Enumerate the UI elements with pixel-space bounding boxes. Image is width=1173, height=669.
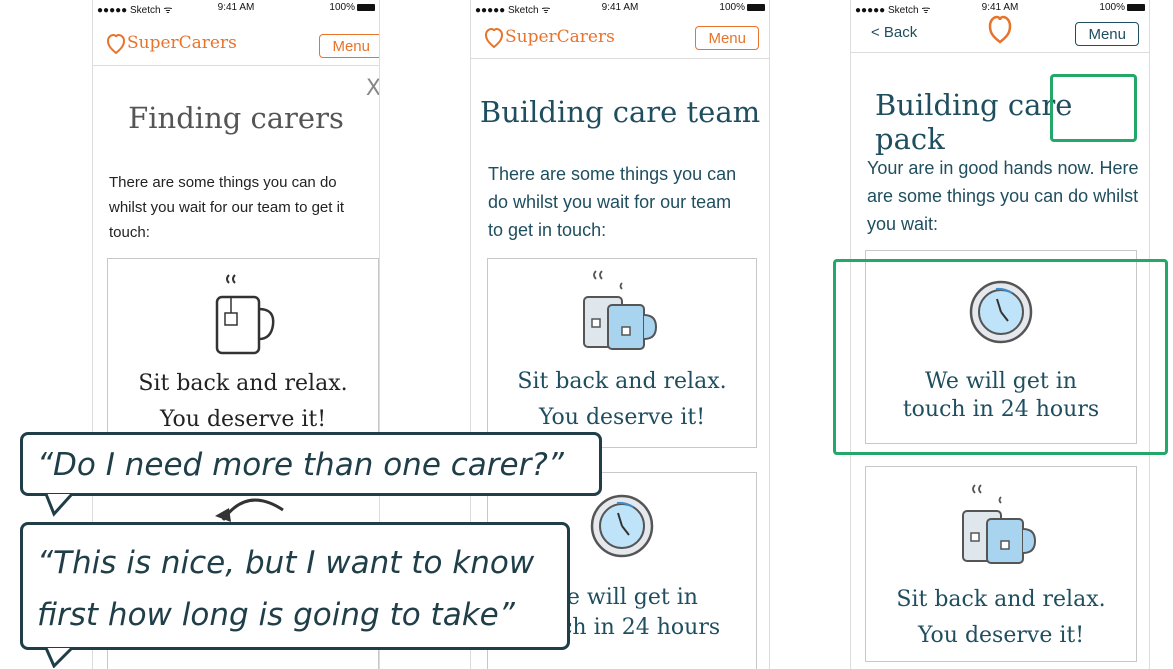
relax-card[interactable]: Sit back and relax. You deserve it! xyxy=(865,466,1137,662)
clock-icon xyxy=(590,494,654,558)
quote-bubble-1: “Do I need more than one carer?” xyxy=(20,432,602,496)
card-line-2: You deserve it! xyxy=(538,405,706,430)
quote-bubble-2: “This is nice, but I want to know first … xyxy=(20,522,570,650)
card-line-1: Sit back and relax. xyxy=(896,587,1106,612)
battery-icon xyxy=(357,3,375,11)
relax-card[interactable]: Sit back and relax. You deserve it! xyxy=(107,258,379,458)
page-title: Building care team xyxy=(479,95,761,129)
nav-bar: SuperCarers Menu xyxy=(471,18,769,59)
tea-mug-icon xyxy=(215,274,275,355)
title-part-b: pack xyxy=(875,122,945,156)
brand-name: SuperCarers xyxy=(505,27,615,47)
title-part-a: Building care xyxy=(875,88,1073,122)
status-bar: ●●●●● Sketch ᯤ 9:41 AM 100% xyxy=(471,0,769,18)
page-title: Finding carers xyxy=(128,101,344,135)
highlight-timer-card xyxy=(833,259,1168,455)
nav-bar: < Back Menu xyxy=(851,10,1149,53)
close-icon[interactable]: X xyxy=(366,76,379,101)
brand-logo[interactable]: SuperCarers xyxy=(107,32,237,54)
heart-logo-icon xyxy=(485,27,503,48)
intro-text: There are some things you can do whilst … xyxy=(488,164,737,240)
menu-button[interactable]: Menu xyxy=(319,34,379,58)
card-line-1: Sit back and relax. xyxy=(517,369,727,394)
battery-icon xyxy=(747,3,765,11)
tea-mugs-icon xyxy=(583,270,658,350)
brand-logo[interactable]: SuperCarers xyxy=(485,26,615,48)
intro-text: There are some things you can do whilst … xyxy=(109,174,345,241)
battery: 100% xyxy=(329,2,375,13)
battery: 100% xyxy=(719,2,765,13)
card-line-1: Sit back and relax. xyxy=(138,371,348,396)
quote-text-2-line1: “This is nice, but I want to know xyxy=(37,545,535,581)
heart-logo-icon[interactable] xyxy=(988,14,1012,44)
quote-text-2-line2: first how long is going to take” xyxy=(37,597,515,633)
brand-name: SuperCarers xyxy=(127,33,237,53)
menu-button[interactable]: Menu xyxy=(695,26,759,50)
bubble-tail-1 xyxy=(44,492,74,517)
back-button[interactable]: < Back xyxy=(871,24,917,41)
menu-button[interactable]: Menu xyxy=(1075,22,1139,46)
highlight-title-word xyxy=(1050,74,1137,142)
status-bar: ●●●●● Sketch ᯤ 9:41 AM 100% xyxy=(93,0,379,18)
intro-text: Your are in good hands now. Here are som… xyxy=(867,158,1139,234)
tea-mugs-icon xyxy=(962,484,1037,564)
relax-card[interactable]: Sit back and relax. You deserve it! xyxy=(487,258,757,448)
nav-bar: SuperCarers Menu xyxy=(93,18,379,66)
heart-logo-icon xyxy=(107,33,125,54)
bubble-tail-2 xyxy=(44,646,74,668)
card-line-2: You deserve it! xyxy=(917,623,1085,648)
quote-text-1: “Do I need more than one carer?” xyxy=(37,447,564,483)
